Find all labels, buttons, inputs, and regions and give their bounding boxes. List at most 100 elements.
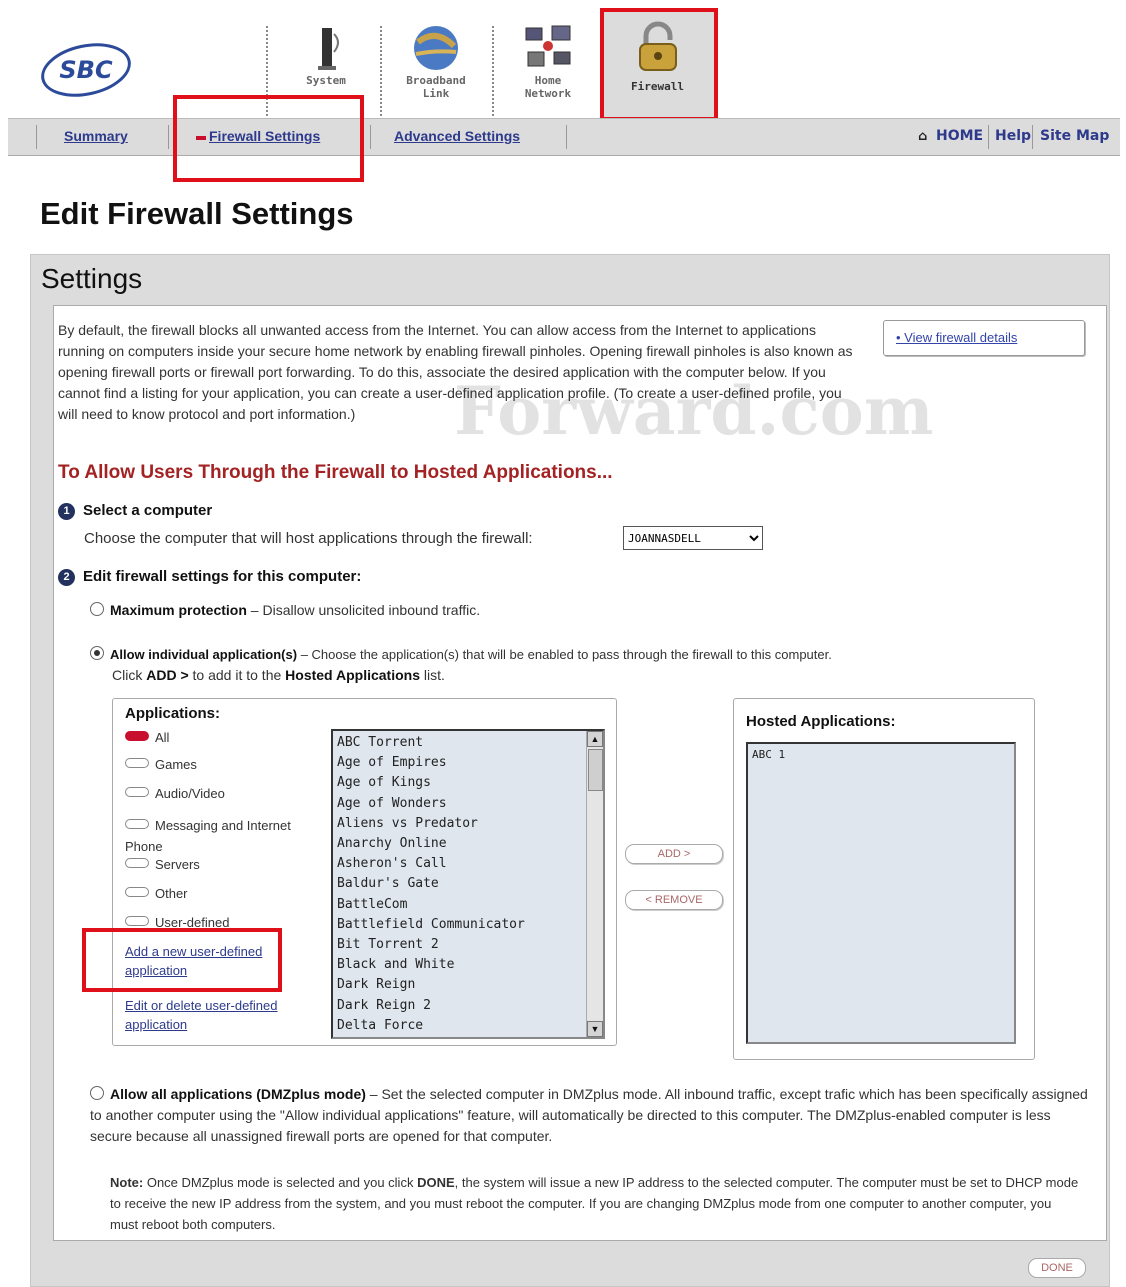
tab-home-label-1: Home xyxy=(534,74,562,87)
category-all[interactable]: All xyxy=(125,730,169,745)
category-label: Audio/Video xyxy=(155,786,225,801)
step-1-label: Select a computer xyxy=(83,502,213,519)
app-list-item[interactable]: Aliens vs Predator xyxy=(337,814,603,834)
scroll-down-icon[interactable]: ▼ xyxy=(587,1021,603,1037)
category-indicator-icon xyxy=(125,887,149,897)
app-list-item[interactable]: Black and White xyxy=(337,955,603,975)
app-list-item[interactable]: Battlefield Communicator xyxy=(337,915,603,935)
section-title: To Allow Users Through the Firewall to H… xyxy=(58,462,613,483)
category-indicator-icon xyxy=(125,858,149,868)
allow-individual-text: – Choose the application(s) that will be… xyxy=(300,647,832,662)
category-messaging[interactable]: Messaging and Internet Phone xyxy=(125,815,321,857)
hint-part-bold: ADD > xyxy=(146,667,189,683)
app-list-item[interactable]: Delta Force xyxy=(337,1016,603,1036)
subnav-separator xyxy=(370,125,371,149)
intro-text: By default, the firewall blocks all unwa… xyxy=(58,322,853,422)
category-indicator-icon xyxy=(125,787,149,797)
sbc-logo[interactable]: SBC xyxy=(38,40,134,100)
app-list-item[interactable]: BattleCom xyxy=(337,895,603,915)
step-2-label: Edit firewall settings for this computer… xyxy=(83,568,362,585)
category-indicator-icon xyxy=(125,819,149,829)
globe-icon xyxy=(414,26,458,70)
add-button[interactable]: ADD > xyxy=(625,844,723,864)
app-list-item[interactable]: Bit Torrent 2 xyxy=(337,935,603,955)
category-label: Games xyxy=(155,757,197,772)
home-icon: ⌂ xyxy=(918,129,928,144)
category-indicator-icon xyxy=(125,731,149,741)
app-list-item[interactable]: Age of Kings xyxy=(337,773,603,793)
step-2-title: 2 Edit firewall settings for this compute… xyxy=(58,568,361,586)
highlight-firewall-settings xyxy=(173,95,364,182)
tab-home-label-2: Network xyxy=(524,87,572,100)
max-protection-option[interactable]: Maximum protection – Disallow unsolicite… xyxy=(90,600,480,621)
hint-part-bold: Hosted Applications xyxy=(285,667,420,683)
category-audio-video[interactable]: Audio/Video xyxy=(125,786,225,801)
app-list-item[interactable]: Age of Empires xyxy=(337,753,603,773)
tab-broadband-label-1: Broadband xyxy=(406,74,466,87)
panel-title: Settings xyxy=(41,263,143,294)
remove-button[interactable]: < REMOVE xyxy=(625,890,723,910)
app-list-item[interactable]: Anarchy Online xyxy=(337,834,603,854)
applications-scrollbar[interactable]: ▲ ▼ xyxy=(586,731,603,1037)
subnav-separator xyxy=(566,125,567,149)
util-separator xyxy=(988,125,989,149)
max-protection-label: Maximum protection xyxy=(110,602,247,618)
step-1-title: 1 Select a computer xyxy=(58,502,212,520)
category-servers[interactable]: Servers xyxy=(125,857,200,872)
view-firewall-details-button[interactable]: • View firewall details xyxy=(883,320,1085,356)
category-indicator-icon xyxy=(125,916,149,926)
category-other[interactable]: Other xyxy=(125,886,188,901)
category-label: Servers xyxy=(155,857,200,872)
hosted-applications-listbox[interactable]: ABC 1 xyxy=(746,742,1016,1044)
tab-broadband-link[interactable]: Broadband Link xyxy=(386,20,486,115)
tab-separator xyxy=(380,26,382,116)
subnav-summary-link[interactable]: Summary xyxy=(64,128,128,144)
settings-panel: Settings Forward.com By default, the fir… xyxy=(30,254,1110,1287)
tab-system-label: System xyxy=(306,74,346,87)
help-link[interactable]: Help xyxy=(995,128,1031,144)
network-icon xyxy=(525,25,571,67)
tab-home-network[interactable]: Home Network xyxy=(498,20,598,115)
app-list-item[interactable]: Dark Reign xyxy=(337,975,603,995)
highlight-add-user-defined xyxy=(82,928,282,992)
home-link[interactable]: HOME xyxy=(936,128,983,144)
allow-individual-option[interactable]: Allow individual application(s) – Choose… xyxy=(90,644,1100,665)
settings-content: Forward.com By default, the firewall blo… xyxy=(53,305,1107,1241)
note-text-bold: DONE xyxy=(417,1175,455,1190)
hint-part: to add it to the xyxy=(188,667,286,683)
category-label: Messaging and Internet Phone xyxy=(125,818,291,854)
step-1-description: Choose the computer that will host appli… xyxy=(84,530,533,547)
allow-individual-radio[interactable] xyxy=(90,646,104,660)
page-title: Edit Firewall Settings xyxy=(40,196,354,231)
applications-title: Applications: xyxy=(125,705,221,722)
subnav-advanced-settings-link[interactable]: Advanced Settings xyxy=(394,128,520,144)
step-2-number-icon: 2 xyxy=(58,569,75,586)
note-label: Note: xyxy=(110,1175,144,1190)
app-list-item[interactable]: Age of Wonders xyxy=(337,794,603,814)
app-list-item[interactable]: Asheron's Call xyxy=(337,854,603,874)
scroll-thumb[interactable] xyxy=(588,749,603,791)
edit-user-defined-link[interactable]: Edit or delete user-defined application xyxy=(125,996,315,1034)
app-list-item[interactable]: ABC Torrent xyxy=(337,733,603,753)
max-protection-radio[interactable] xyxy=(90,602,104,616)
app-list-item[interactable]: Baldur's Gate xyxy=(337,874,603,894)
hosted-applications-title: Hosted Applications: xyxy=(746,713,896,730)
hosted-list-item[interactable]: ABC 1 xyxy=(752,748,785,761)
view-firewall-details-link[interactable]: • View firewall details xyxy=(896,330,1017,345)
dmz-radio[interactable] xyxy=(90,1086,104,1100)
app-list-item[interactable]: Dark Reign 2 xyxy=(337,996,603,1016)
computer-select[interactable]: JOANNASDELL xyxy=(623,526,763,550)
hosted-applications-box: Hosted Applications: ABC 1 xyxy=(733,698,1035,1060)
applications-listbox[interactable]: ABC Torrent Age of Empires Age of Kings … xyxy=(331,729,605,1039)
scroll-up-icon[interactable]: ▲ xyxy=(587,731,603,747)
util-separator xyxy=(1032,125,1033,149)
highlight-firewall-tab xyxy=(600,8,718,121)
subnav-separator xyxy=(168,125,169,149)
dmz-option[interactable]: Allow all applications (DMZplus mode) – … xyxy=(90,1084,1090,1147)
category-label: All xyxy=(155,730,170,745)
note-text: Once DMZplus mode is selected and you cl… xyxy=(143,1175,418,1190)
allow-individual-label: Allow individual application(s) xyxy=(110,647,298,662)
site-map-link[interactable]: Site Map xyxy=(1040,128,1109,144)
category-games[interactable]: Games xyxy=(125,757,197,772)
done-button[interactable]: DONE xyxy=(1028,1258,1086,1278)
